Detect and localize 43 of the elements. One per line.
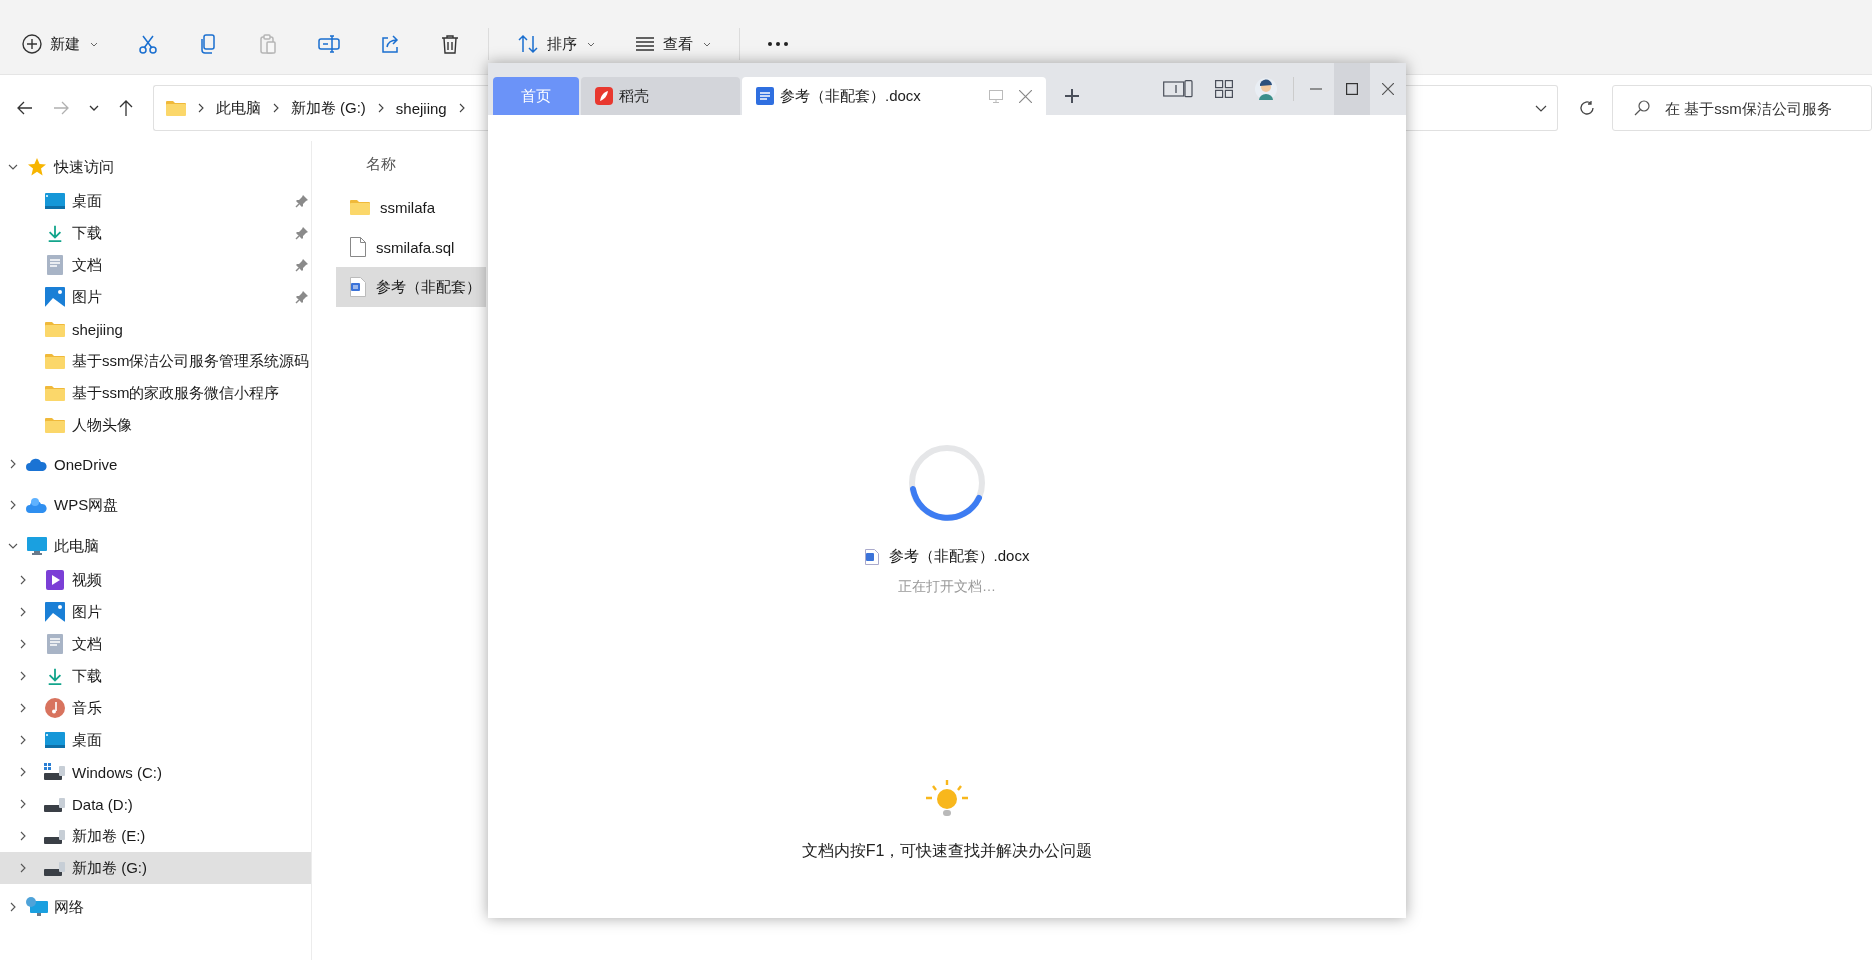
breadcrumb-item[interactable]: shejiing (395, 99, 447, 117)
sidebar-item[interactable]: OneDrive (0, 446, 311, 482)
file-row[interactable]: 参考（非配套） (336, 267, 486, 307)
sidebar-item[interactable]: 快速访问 (0, 149, 311, 185)
sidebar-item[interactable]: 基于ssm保洁公司服务管理系统源码 (0, 345, 311, 377)
button-label: 排序 (547, 34, 577, 54)
toolbar-button[interactable]: 新建 (16, 24, 118, 64)
sidebar-item[interactable]: 文档 (0, 249, 311, 281)
toolbar-button[interactable]: 查看 (615, 24, 731, 64)
file-name: 参考（非配套）.docx (888, 547, 1030, 566)
sidebar-item[interactable]: 此电脑 (0, 528, 311, 564)
tab[interactable]: 参考（非配套）.docx (742, 77, 1046, 115)
sidebar-item[interactable]: 桌面 (0, 724, 311, 756)
tab[interactable]: 稻壳 (581, 77, 740, 115)
sidebar-item[interactable]: 下载 (0, 217, 311, 249)
sidebar-item[interactable]: 下载 (0, 660, 311, 692)
button-label: 查看 (663, 34, 693, 54)
file-row[interactable]: ssmilafa (336, 187, 486, 227)
breadcrumb-item[interactable]: 此电脑 (215, 98, 261, 118)
sidebar-item[interactable]: Data (D:) (0, 788, 311, 820)
sidebar-item[interactable]: 桌面 (0, 185, 311, 217)
address-bar[interactable]: 此电脑 新加卷 (G:) shejiing (152, 85, 471, 131)
sidebar-item[interactable]: 图片 (0, 596, 311, 628)
loading-status: 正在打开文档… (898, 578, 996, 596)
breadcrumb-item[interactable]: 新加卷 (G:) (290, 98, 366, 118)
sidebar-item[interactable]: shejiing (0, 313, 311, 345)
sidebar-item[interactable]: 人物头像 (0, 409, 311, 441)
sidebar-item[interactable]: 音乐 (0, 692, 311, 724)
button-label: 新建 (50, 34, 80, 54)
sidebar-item[interactable]: Windows (C:) (0, 756, 311, 788)
tip-text: 文档内按F1，可快速查找并解决办公问题 (801, 841, 1093, 861)
sidebar-item[interactable]: 基于ssm的家政服务微信小程序 (0, 377, 311, 409)
toolbar-button[interactable]: 排序 (497, 24, 615, 64)
sidebar-item[interactable]: 文档 (0, 628, 311, 660)
sidebar-item[interactable]: WPS网盘 (0, 487, 311, 523)
sidebar-item[interactable]: 新加卷 (G:) (0, 852, 311, 884)
sidebar-item[interactable]: 新加卷 (E:) (0, 820, 311, 852)
search-field[interactable]: 在 基于ssm保洁公司服务 (1612, 85, 1872, 131)
file-row[interactable]: ssmilafa.sql (336, 227, 486, 267)
sidebar-item[interactable]: 图片 (0, 281, 311, 313)
sidebar-item[interactable]: 视频 (0, 564, 311, 596)
sidebar-item[interactable]: 网络 (0, 889, 311, 925)
column-header[interactable]: 名称 (366, 154, 396, 174)
